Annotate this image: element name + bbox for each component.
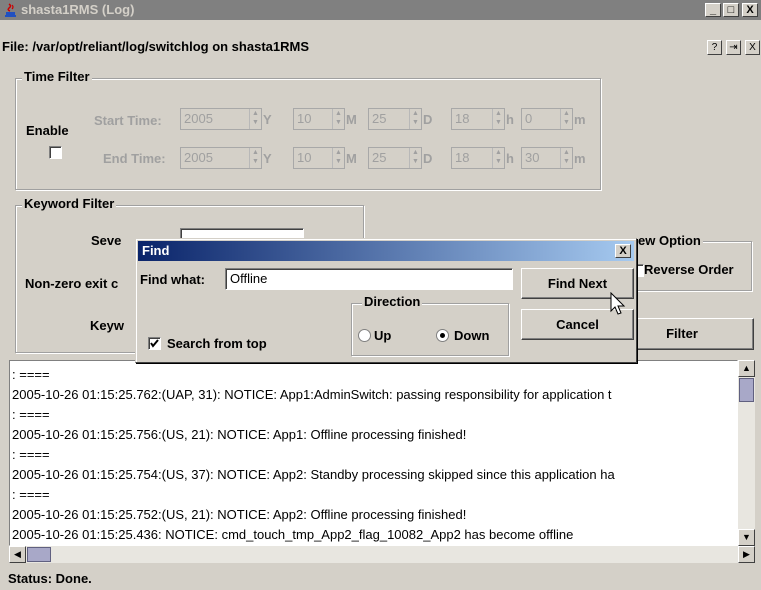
checkmark-icon (150, 339, 159, 348)
down-label: Down (454, 328, 490, 343)
start-year-spinner[interactable]: 2005 ▲ ▼ (180, 108, 262, 130)
enable-checkbox[interactable] (49, 146, 62, 159)
window-title-bar[interactable]: shasta1RMS (Log) _ □ X (0, 0, 761, 20)
month-unit: M (346, 112, 357, 127)
end-day-spinner[interactable]: 25 ▲ ▼ (368, 147, 422, 169)
end-time-label: End Time: (103, 151, 166, 166)
severity-label: Seve (91, 233, 122, 248)
nonzero-exit-label: Non-zero exit c (25, 276, 119, 291)
log-line: : ==== (12, 407, 50, 422)
search-from-top-label: Search from top (167, 336, 267, 351)
time-filter-group (15, 78, 601, 190)
log-line: 2005-10-26 01:15:25.762:(UAP, 31): NOTIC… (12, 387, 612, 402)
spinner-arrows-icon[interactable]: ▲ ▼ (560, 148, 572, 168)
java-icon (5, 3, 16, 17)
start-day-spinner[interactable]: 25 ▲ ▼ (368, 108, 422, 130)
mouse-pointer-icon (610, 292, 626, 315)
find-what-input[interactable]: Offline (225, 268, 513, 290)
hour-unit: h (506, 151, 514, 166)
panel-close-button[interactable]: X (745, 40, 760, 55)
spinner-arrows-icon[interactable]: ▲ ▼ (492, 148, 504, 168)
down-radio[interactable] (436, 329, 449, 342)
scroll-right-icon[interactable]: ▶ (738, 546, 755, 563)
log-line: 2005-10-26 01:15:25.436: NOTICE: cmd_tou… (12, 527, 574, 542)
end-year-spinner[interactable]: 2005 ▲ ▼ (180, 147, 262, 169)
spinner-arrows-icon[interactable]: ▲ ▼ (409, 148, 421, 168)
scroll-down-icon[interactable]: ▼ (738, 529, 755, 546)
maximize-button[interactable]: □ (723, 3, 739, 17)
end-month-spinner[interactable]: 10 ▲ ▼ (293, 147, 345, 169)
window-title: shasta1RMS (Log) (21, 2, 135, 17)
spinner-arrows-icon[interactable]: ▲ ▼ (492, 109, 504, 129)
scroll-up-icon[interactable]: ▲ (738, 360, 755, 377)
spinner-arrows-icon[interactable]: ▲ ▼ (332, 109, 344, 129)
vertical-scroll-thumb[interactable] (739, 378, 754, 402)
start-hour-spinner[interactable]: 18 ▲ ▼ (451, 108, 505, 130)
spinner-arrows-icon[interactable]: ▲ ▼ (332, 148, 344, 168)
year-unit: Y (263, 151, 272, 166)
log-line: 2005-10-26 01:15:25.752:(US, 21): NOTICE… (12, 507, 467, 522)
spinner-arrows-icon[interactable]: ▲ ▼ (560, 109, 572, 129)
spinner-arrows-icon[interactable]: ▲ ▼ (409, 109, 421, 129)
end-minute-spinner[interactable]: 30 ▲ ▼ (521, 147, 573, 169)
time-filter-title: Time Filter (22, 69, 92, 84)
minimize-button[interactable]: _ (705, 3, 721, 17)
log-line: 2005-10-26 01:15:25.754:(US, 37): NOTICE… (12, 467, 615, 482)
vertical-scrollbar[interactable]: ▲ ▼ (738, 360, 755, 546)
scroll-left-icon[interactable]: ◀ (9, 546, 26, 563)
help-button[interactable]: ? (707, 40, 722, 55)
keyword-label: Keyw (90, 318, 124, 333)
search-from-top-checkbox[interactable] (148, 337, 161, 350)
spinner-arrows-icon[interactable]: ▲ ▼ (249, 148, 261, 168)
year-unit: Y (263, 112, 272, 127)
log-line: : ==== (12, 367, 50, 382)
close-button[interactable]: X (742, 3, 758, 17)
up-label: Up (374, 328, 392, 343)
log-line: : ==== (12, 487, 50, 502)
start-month-spinner[interactable]: 10 ▲ ▼ (293, 108, 345, 130)
start-minute-spinner[interactable]: 0 ▲ ▼ (521, 108, 573, 130)
day-unit: D (423, 112, 433, 127)
file-info: File: /var/opt/reliant/log/switchlog on … (2, 39, 309, 54)
find-dialog: Find X Find what: Offline Find Next Canc… (135, 238, 637, 363)
find-dialog-title: Find (142, 243, 170, 258)
horizontal-scroll-thumb[interactable] (27, 547, 51, 562)
keyword-filter-title: Keyword Filter (22, 196, 117, 211)
view-option-title: ew Option (636, 233, 703, 248)
up-radio[interactable] (358, 329, 371, 342)
log-text-area[interactable]: : ==== 2005-10-26 01:15:25.762:(UAP, 31)… (9, 360, 738, 546)
minute-unit: m (574, 151, 586, 166)
log-line: 2005-10-26 01:15:25.756:(US, 21): NOTICE… (12, 427, 467, 442)
enable-label: Enable (26, 123, 69, 138)
day-unit: D (423, 151, 433, 166)
log-line: : ==== (12, 447, 50, 462)
find-close-button[interactable]: X (615, 244, 631, 258)
direction-title: Direction (362, 294, 423, 309)
find-what-label: Find what: (140, 272, 205, 287)
spinner-arrows-icon[interactable]: ▲ ▼ (249, 109, 261, 129)
month-unit: M (346, 151, 357, 166)
minute-unit: m (574, 112, 586, 127)
horizontal-scrollbar[interactable]: ◀ ▶ (9, 546, 755, 563)
end-hour-spinner[interactable]: 18 ▲ ▼ (451, 147, 505, 169)
hour-unit: h (506, 112, 514, 127)
restore-button[interactable]: ⇥ (726, 40, 741, 55)
find-dialog-title-bar[interactable]: Find (138, 241, 634, 261)
start-time-label: Start Time: (94, 113, 162, 128)
reverse-order-label: Reverse Order (644, 262, 734, 277)
status-text: Status: Done. (8, 571, 92, 586)
